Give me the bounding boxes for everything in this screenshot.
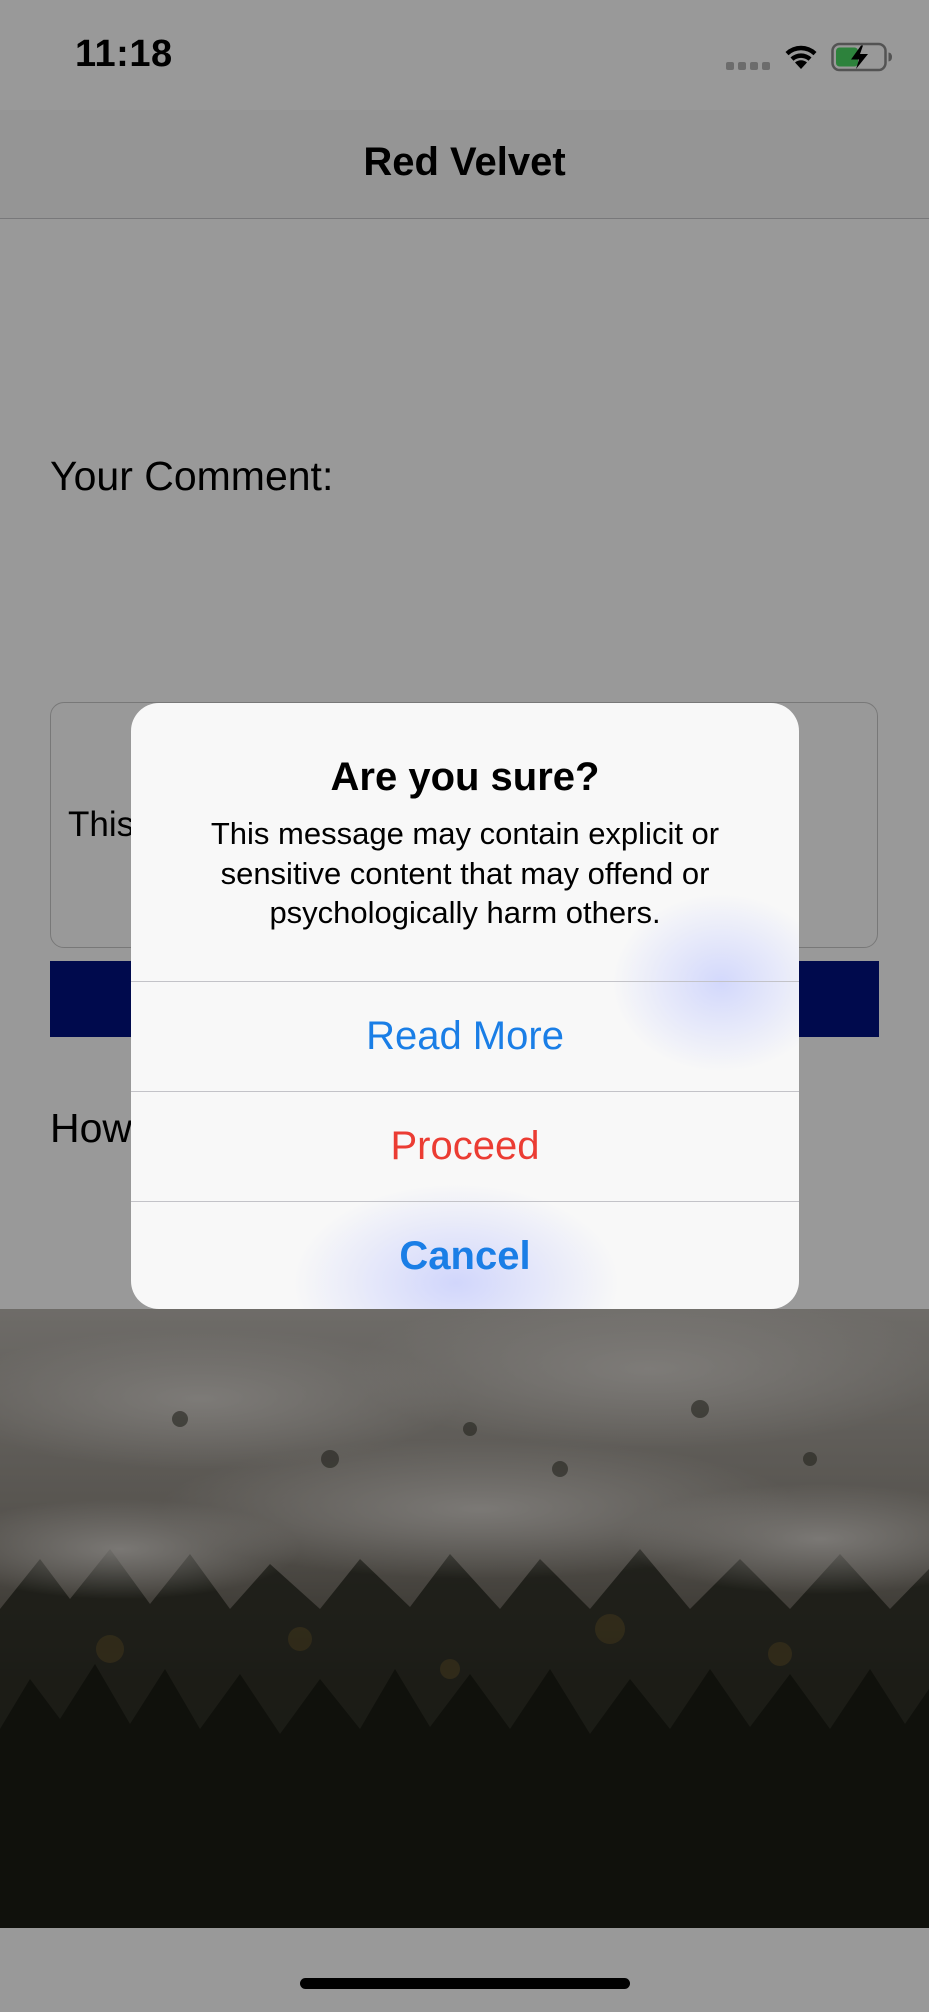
proceed-button[interactable]: Proceed: [131, 1091, 799, 1200]
home-indicator[interactable]: [300, 1978, 630, 1989]
cancel-button[interactable]: Cancel: [131, 1201, 799, 1309]
alert-dialog: Are you sure? This message may contain e…: [131, 703, 799, 1309]
alert-message: This message may contain explicit or sen…: [210, 816, 720, 930]
read-more-button[interactable]: Read More: [131, 981, 799, 1090]
app-screen: 11:18 Red Velvet Your Comment: This How: [0, 0, 929, 2012]
alert-title: Are you sure?: [330, 755, 600, 799]
alert-header: Are you sure? This message may contain e…: [131, 703, 799, 981]
